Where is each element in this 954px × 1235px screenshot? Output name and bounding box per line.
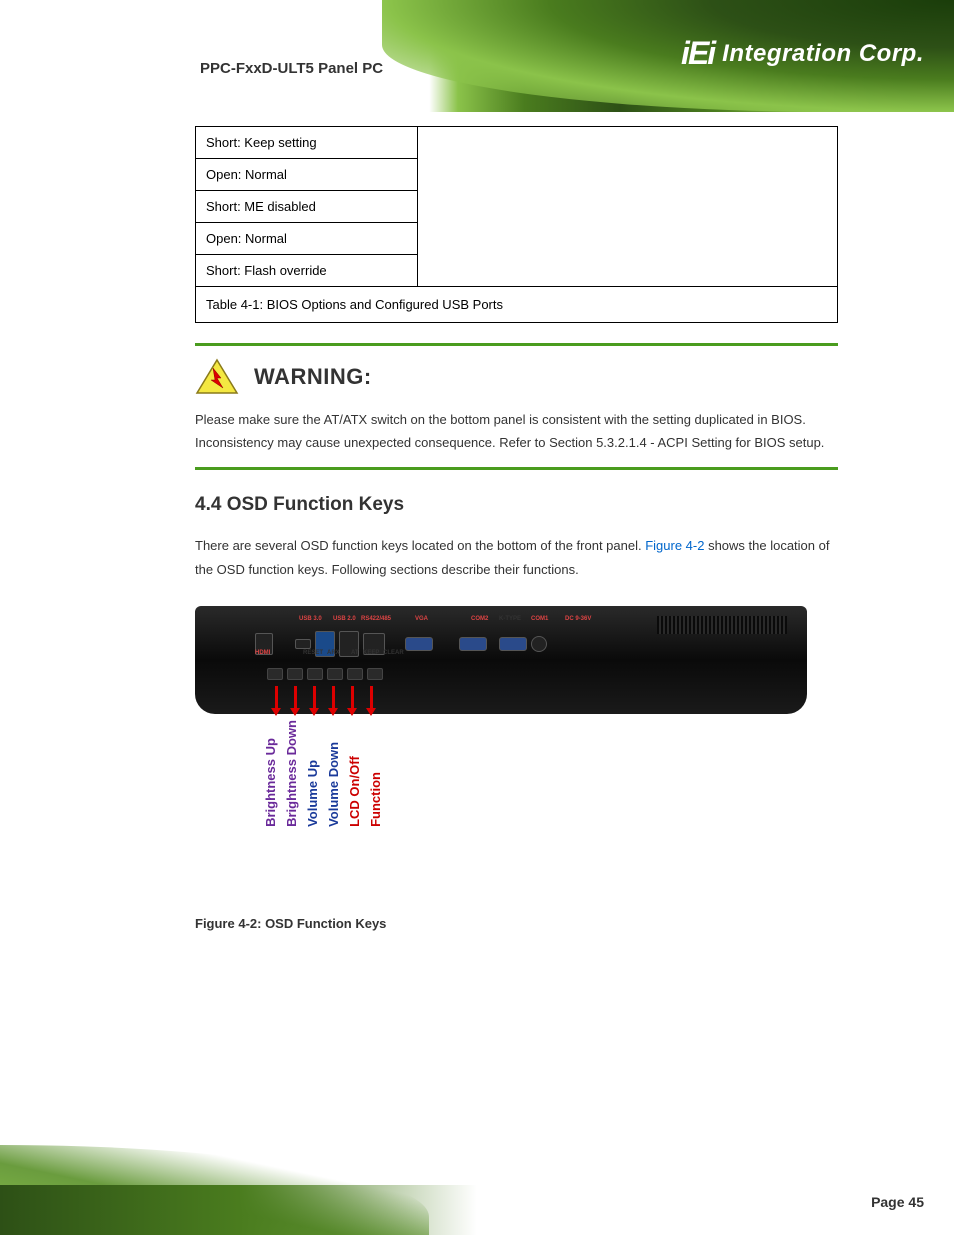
callout-labels: Brightness Up Brightness Down Volume Up … — [263, 720, 387, 829]
port-label-dc: DC 9-36V — [565, 616, 591, 622]
logo-text: Integration Corp. — [722, 40, 924, 68]
hdmi-port — [295, 639, 311, 649]
com2-port — [459, 637, 487, 651]
table-cell: Open: Normal — [196, 159, 418, 191]
figure-caption: Figure 4-2: OSD Function Keys — [195, 916, 838, 931]
logo: iEi Integration Corp. — [681, 35, 924, 72]
arrow-icon — [269, 686, 283, 716]
osd-btn-lcd-onoff — [347, 668, 363, 680]
port-label-arx: ARX — [327, 650, 340, 656]
body-text-span: There are several OSD function keys loca… — [195, 538, 645, 553]
port-label-keep: KEEP — [363, 650, 379, 656]
port-label-vga: VGA — [415, 616, 428, 622]
osd-btn-function — [367, 668, 383, 680]
section-heading: 4.4 OSD Function Keys — [195, 494, 838, 516]
arrow-icon — [345, 686, 359, 716]
arrow-icon — [364, 686, 378, 716]
port-label-rs422: RS422/485 — [361, 616, 391, 622]
callout-function: Function — [368, 720, 387, 829]
warning-icon — [195, 358, 240, 396]
com1-port — [499, 637, 527, 651]
port-label-reset: RESET — [303, 650, 323, 656]
osd-btn-brightness-down — [287, 668, 303, 680]
content-area: Short: Keep setting Open: Normal Short: … — [195, 126, 838, 931]
footer-band: Page 45 — [0, 1125, 954, 1235]
callout-brightness-down: Brightness Down — [284, 720, 303, 829]
body-text: There are several OSD function keys loca… — [195, 534, 838, 582]
callout-lcd-onoff: LCD On/Off — [347, 720, 366, 829]
port-label-com1: COM1 — [531, 616, 548, 622]
warning-text: Please make sure the AT/ATX switch on th… — [195, 408, 838, 455]
port-label-at: AT — [351, 650, 359, 656]
warning-block: WARNING: Please make sure the AT/ATX swi… — [195, 343, 838, 470]
header-band: iEi Integration Corp. — [0, 0, 954, 112]
figure-link[interactable]: Figure 4-2 — [645, 538, 704, 553]
table-cell-right — [418, 127, 838, 287]
footer-graphic-2 — [0, 1185, 477, 1235]
dc-port — [531, 636, 547, 652]
arrow-icon — [307, 686, 321, 716]
page-number: Page 45 — [871, 1194, 924, 1210]
port-label-clear: CLEAR — [383, 650, 404, 656]
table-cell: Short: ME disabled — [196, 191, 418, 223]
warning-title: WARNING: — [254, 364, 372, 390]
warning-header: WARNING: — [195, 358, 838, 396]
port-label-usb30: USB 3.0 — [299, 616, 322, 622]
osd-btn-brightness-up — [267, 668, 283, 680]
vga-port — [405, 637, 433, 651]
port-label-usb20: USB 2.0 — [333, 616, 356, 622]
port-label-com2: COM2 — [471, 616, 488, 622]
logo-brand: iEi — [681, 35, 714, 72]
table-cell: Short: Keep setting — [196, 127, 418, 159]
callout-brightness-up: Brightness Up — [263, 720, 282, 829]
product-figure: USB 3.0 USB 2.0 RS422/485 HDMI VGA COM2 … — [195, 606, 810, 896]
port-panel: USB 3.0 USB 2.0 RS422/485 HDMI VGA COM2 … — [255, 624, 745, 664]
table-caption: Table 4-1: BIOS Options and Configured U… — [196, 287, 838, 323]
bios-options-table: Short: Keep setting Open: Normal Short: … — [195, 126, 838, 323]
callout-volume-down: Volume Down — [326, 720, 345, 829]
port-label-ktype: K-TYPE — [499, 616, 521, 622]
callout-arrows — [269, 686, 378, 716]
callout-volume-up: Volume Up — [305, 720, 324, 829]
osd-btn-volume-up — [307, 668, 323, 680]
table-cell: Short: Flash override — [196, 255, 418, 287]
osd-btn-volume-down — [327, 668, 343, 680]
arrow-icon — [288, 686, 302, 716]
doc-title: PPC-FxxD-ULT5 Panel PC — [200, 60, 383, 77]
port-label-hdmi: HDMI — [255, 650, 270, 656]
arrow-icon — [326, 686, 340, 716]
osd-buttons — [267, 668, 383, 680]
table-cell: Open: Normal — [196, 223, 418, 255]
